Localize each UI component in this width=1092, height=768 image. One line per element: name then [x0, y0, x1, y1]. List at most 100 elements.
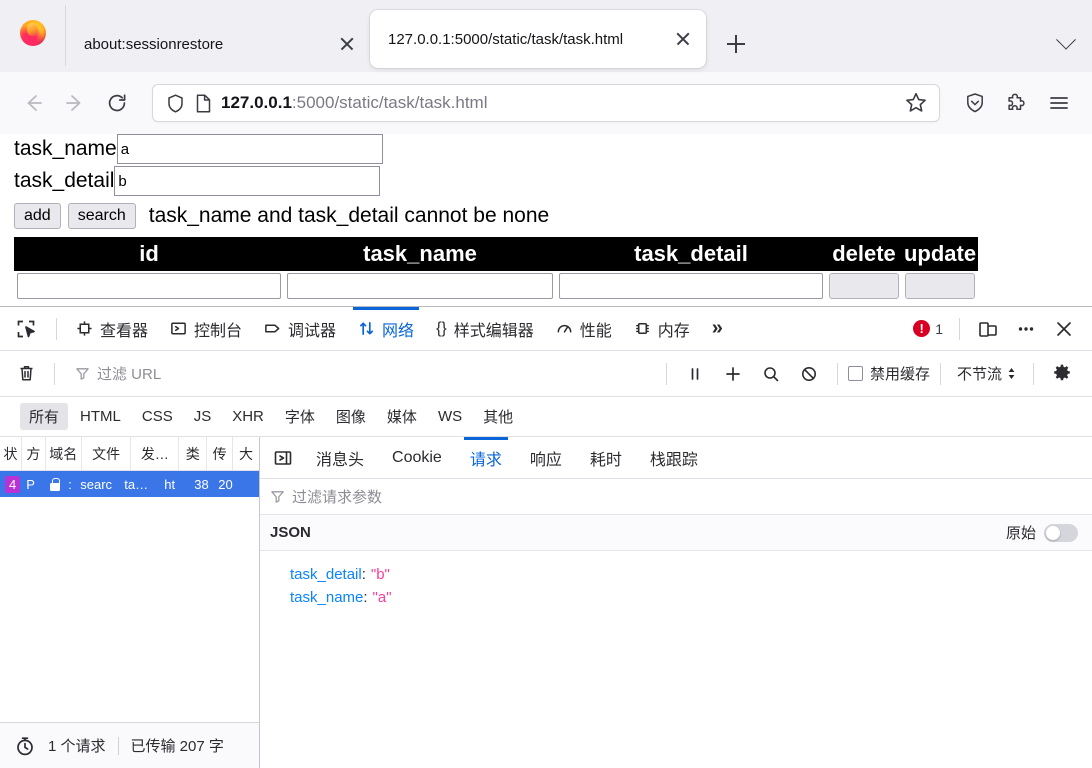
reload-button[interactable]: [98, 84, 136, 122]
detail-tab-response[interactable]: 响应: [516, 437, 576, 479]
tab-console[interactable]: 控制台: [159, 307, 253, 351]
close-icon[interactable]: [1046, 312, 1082, 346]
json-entry[interactable]: task_detail : "b": [260, 563, 1092, 586]
open-panel-icon[interactable]: [268, 437, 298, 479]
json-entry[interactable]: task_name : "a": [260, 586, 1092, 609]
navigation-toolbar: 127.0.0.1:5000/static/task/task.html: [0, 72, 1092, 134]
column-file[interactable]: 文件: [82, 437, 132, 470]
detail-tab-stacktrace[interactable]: 栈跟踪: [636, 437, 712, 479]
cell-id: [14, 271, 284, 301]
detail-tab-headers[interactable]: 消息头: [302, 437, 378, 479]
column-transferred[interactable]: 传: [207, 437, 234, 470]
param-filter-placeholder: 过滤请求参数: [292, 489, 383, 506]
task-name-field[interactable]: [287, 273, 553, 299]
url-filter-placeholder: 过滤 URL: [97, 366, 162, 383]
tab-label: 性能: [579, 322, 612, 340]
more-tabs-icon[interactable]: »: [701, 307, 734, 351]
detail-tab-request[interactable]: 请求: [456, 436, 516, 479]
request-count: 1 个请求: [48, 738, 106, 755]
element-picker-icon[interactable]: [6, 312, 46, 346]
json-entries: task_detail : "b" task_name : "a": [260, 551, 1092, 609]
plus-icon[interactable]: [715, 357, 751, 391]
column-size[interactable]: 大: [233, 437, 259, 470]
page-icon: [194, 93, 213, 114]
tab-performance[interactable]: 性能: [545, 307, 623, 351]
id-field[interactable]: [17, 273, 281, 299]
task-table: id task_name task_detail delete update: [14, 237, 978, 301]
filter-css[interactable]: CSS: [133, 405, 182, 428]
detail-tab-timings[interactable]: 耗时: [576, 437, 636, 479]
url-bar[interactable]: 127.0.0.1:5000/static/task/task.html: [152, 84, 940, 122]
filter-font[interactable]: 字体: [276, 403, 324, 430]
block-icon[interactable]: [791, 357, 827, 391]
list-all-tabs-button[interactable]: [1046, 24, 1086, 64]
funnel-icon: [270, 489, 285, 504]
column-domain[interactable]: 域名: [46, 437, 82, 470]
gear-icon[interactable]: [1044, 357, 1080, 391]
detail-tab-cookie[interactable]: Cookie: [378, 437, 456, 479]
column-type[interactable]: 类: [179, 437, 208, 470]
inspector-icon: [76, 320, 93, 337]
more-options-icon[interactable]: [1008, 312, 1044, 346]
filter-other[interactable]: 其他: [474, 403, 522, 430]
request-row[interactable]: 4 P : searc ta… ht 38 20: [0, 471, 259, 497]
browser-tab-task[interactable]: 127.0.0.1:5000/static/task/task.html: [370, 10, 706, 68]
tab-network[interactable]: 网络: [347, 306, 425, 351]
search-button[interactable]: search: [67, 203, 136, 229]
filter-ws[interactable]: WS: [429, 405, 471, 428]
tab-debugger[interactable]: 调试器: [253, 307, 347, 351]
star-icon[interactable]: [903, 90, 929, 116]
filter-all[interactable]: 所有: [20, 403, 69, 430]
hamburger-menu-icon[interactable]: [1040, 84, 1078, 122]
table-row[interactable]: [14, 271, 978, 301]
transferred-size: 已传输 207 字: [130, 738, 224, 755]
filter-xhr[interactable]: XHR: [223, 405, 273, 428]
task-detail-input[interactable]: [114, 166, 381, 196]
toggle-switch[interactable]: [1044, 523, 1078, 542]
lock-icon: [48, 477, 62, 492]
column-task-name: task_name: [284, 237, 556, 271]
search-icon[interactable]: [753, 357, 789, 391]
responsive-design-icon[interactable]: [970, 312, 1006, 346]
error-count-badge[interactable]: ! 1: [907, 320, 949, 337]
column-status[interactable]: 状: [0, 437, 22, 470]
filter-media[interactable]: 媒体: [378, 403, 426, 430]
new-tab-button[interactable]: [714, 22, 758, 66]
task-detail-field[interactable]: [559, 273, 823, 299]
add-button[interactable]: add: [14, 203, 61, 229]
trash-icon[interactable]: [8, 357, 44, 391]
row-update-button[interactable]: [905, 273, 975, 299]
error-icon: !: [913, 320, 931, 337]
disable-cache-checkbox[interactable]: 禁用缓存: [847, 363, 930, 384]
raw-toggle[interactable]: 原始: [1006, 522, 1078, 543]
column-initiator[interactable]: 发…: [131, 437, 180, 470]
row-delete-button[interactable]: [829, 273, 899, 299]
pause-icon[interactable]: [677, 357, 713, 391]
back-button[interactable]: [14, 84, 52, 122]
url-filter-input[interactable]: 过滤 URL: [65, 359, 656, 389]
tab-inspector[interactable]: 查看器: [65, 307, 159, 351]
column-method[interactable]: 方: [22, 437, 46, 470]
divider: [56, 317, 57, 340]
json-section-label: JSON: [270, 524, 311, 541]
downloads-shield-icon[interactable]: [956, 84, 994, 122]
extensions-puzzle-icon[interactable]: [998, 84, 1036, 122]
task-name-input[interactable]: [116, 134, 383, 164]
close-icon[interactable]: [672, 28, 694, 50]
cell-update: [902, 271, 978, 301]
param-filter-input[interactable]: 过滤请求参数: [260, 479, 1092, 515]
filter-js[interactable]: JS: [185, 405, 221, 428]
filter-html[interactable]: HTML: [71, 405, 130, 428]
tab-style-editor[interactable]: {} 样式编辑器: [425, 307, 545, 351]
forward-button[interactable]: [56, 84, 94, 122]
filter-image[interactable]: 图像: [327, 403, 375, 430]
throttle-dropdown[interactable]: 不节流: [951, 363, 1023, 384]
tab-memory[interactable]: 内存: [623, 307, 701, 351]
shield-icon[interactable]: [165, 93, 186, 114]
browser-tab-sessionrestore[interactable]: about:sessionrestore: [66, 16, 370, 72]
close-icon[interactable]: [336, 33, 358, 55]
request-size: 20: [218, 476, 233, 492]
json-section-header: JSON 原始: [260, 515, 1092, 551]
cell-task-name: [284, 271, 556, 301]
divider: [54, 362, 55, 385]
